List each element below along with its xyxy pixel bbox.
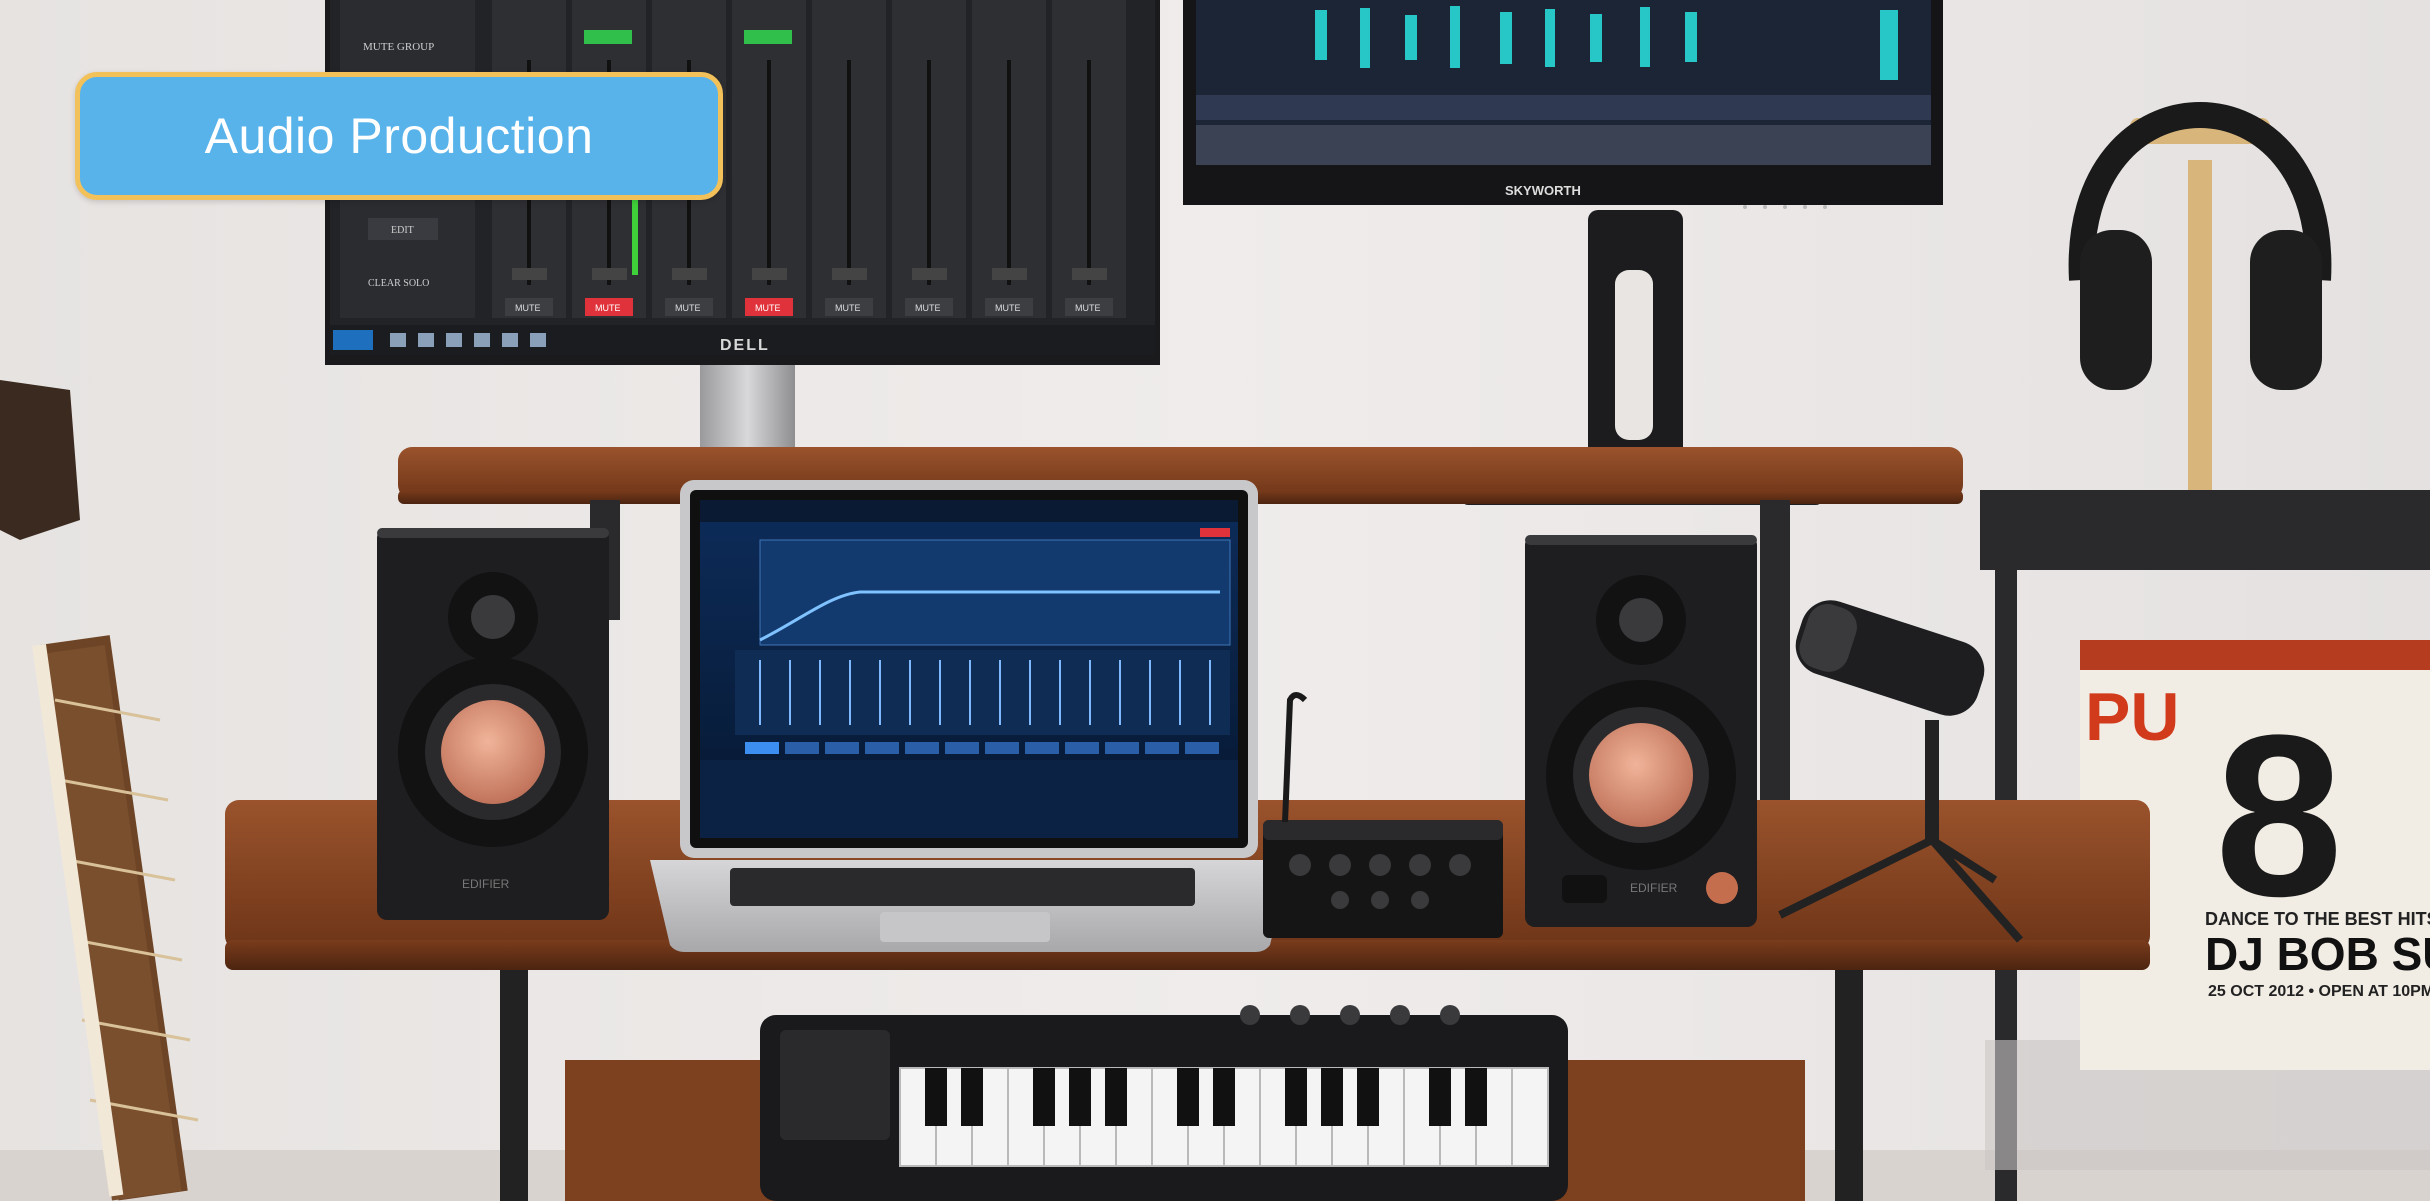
svg-text:MUTE: MUTE (835, 303, 861, 313)
audio-production-badge: Audio Production (75, 72, 723, 200)
svg-text:MUTE: MUTE (515, 303, 541, 313)
clear-solo-label: CLEAR SOLO (368, 278, 429, 289)
svg-text:PU: PU (2085, 679, 2179, 755)
poster-tagline: DANCE TO THE BEST HITS FROM (2205, 909, 2430, 929)
poster-date: 25 OCT 2012 • OPEN AT 10PM • (2208, 983, 2430, 1000)
svg-text:MUTE: MUTE (595, 303, 621, 313)
svg-text:MUTE: MUTE (995, 303, 1021, 313)
mute-group-label: MUTE GROUP (363, 41, 434, 53)
studio-photo: MUTE GROUP EDIT CLEAR SOLO MUTE MUTE MUT… (0, 0, 2430, 1201)
svg-text:MUTE: MUTE (755, 303, 781, 313)
edit-label: EDIT (391, 225, 414, 236)
dell-logo: DELL (720, 337, 770, 354)
left-speaker: EDIFIER (377, 528, 609, 920)
svg-text:MUTE: MUTE (675, 303, 701, 313)
right-speaker-brand: EDIFIER (1630, 881, 1678, 895)
svg-text:MUTE: MUTE (1075, 303, 1101, 313)
left-speaker-brand: EDIFIER (462, 877, 510, 891)
badge-label: Audio Production (204, 108, 594, 164)
skyworth-logo: SKYWORTH (1505, 183, 1581, 198)
midi-keyboard (760, 1005, 1568, 1201)
poster-number: 8 (2215, 687, 2343, 944)
laptop (650, 480, 1290, 952)
svg-text:MUTE: MUTE (915, 303, 941, 313)
right-speaker: EDIFIER (1525, 535, 1757, 927)
poster-name: DJ BOB SUMI (2205, 928, 2430, 980)
